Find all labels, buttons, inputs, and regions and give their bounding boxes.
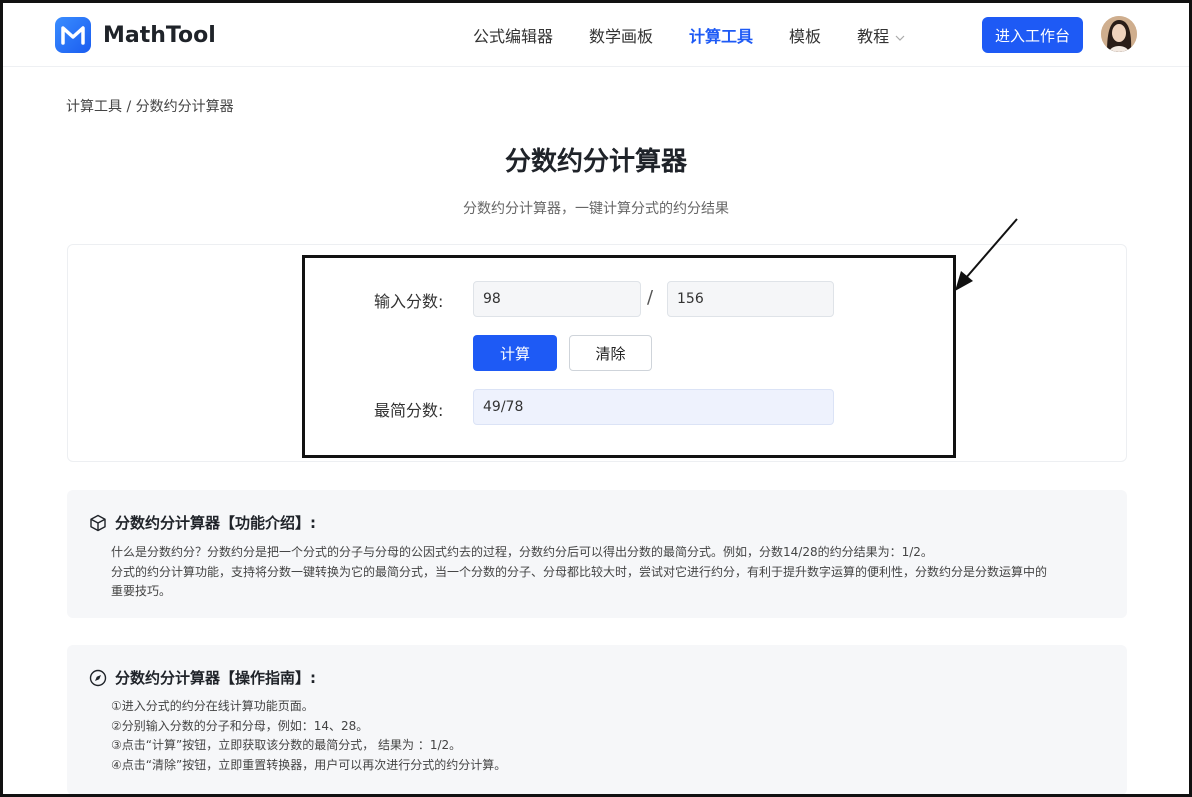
guide-step: ③点击“计算”按钮，立即获取该分数的最简分式， 结果为 ：1/2。 [111, 738, 462, 752]
chevron-down-icon [895, 26, 905, 45]
nav-templates[interactable]: 模板 [789, 23, 821, 47]
top-header: MathTool 公式编辑器 数学画板 计算工具 模板 教程 进入工作台 [3, 3, 1189, 67]
avatar[interactable] [1101, 16, 1137, 52]
nav-calc-tools[interactable]: 计算工具 [689, 23, 753, 47]
intro-line: 什么是分数约分？分数约分是把一个分式的分子与分母的公因式约去的过程，分数约分后可… [111, 545, 933, 559]
nav-label: 数学画板 [589, 27, 654, 46]
guide-body: ①进入分式的约分在线计算功能页面。 ②分别输入分数的分子和分母，例如：14、28… [111, 697, 1111, 775]
nav-label: 教程 [857, 27, 890, 46]
guide-title: 分数约分计算器【操作指南】: [89, 667, 316, 688]
intro-line: 重要技巧。 [111, 584, 172, 598]
compass-icon [89, 669, 107, 687]
intro-title-text: 分数约分计算器【功能介绍】: [115, 514, 316, 532]
guide-step: ①进入分式的约分在线计算功能页面。 [111, 699, 314, 713]
intro-panel: 分数约分计算器【功能介绍】: 什么是分数约分？分数约分是把一个分式的分子与分母的… [67, 490, 1127, 618]
nav-math-canvas[interactable]: 数学画板 [589, 23, 653, 47]
guide-panel: 分数约分计算器【操作指南】: ①进入分式的约分在线计算功能页面。 ②分别输入分数… [67, 645, 1127, 794]
logo-icon [55, 17, 91, 53]
nav-label: 公式编辑器 [473, 27, 554, 46]
intro-title: 分数约分计算器【功能介绍】: [89, 512, 316, 533]
nav-label: 计算工具 [689, 27, 754, 46]
guide-step: ④点击“清除”按钮，立即重置转换器，用户可以再次进行分式的约分计算。 [111, 757, 507, 772]
page-title: 分数约分计算器 [504, 147, 687, 177]
intro-line: 分式的约分计算功能，支持将分数一键转换为它的最简分式，当一个分数的分子、分母都比… [111, 564, 1048, 579]
logo[interactable]: MathTool [55, 17, 216, 53]
enter-workbench-button[interactable]: 进入工作台 [982, 17, 1083, 53]
main-nav: 公式编辑器 数学画板 计算工具 模板 教程 [473, 23, 941, 47]
nav-formula-editor[interactable]: 公式编辑器 [473, 23, 553, 47]
annotation-highlight-box [302, 255, 956, 458]
breadcrumb[interactable]: 计算工具 / 分数约分计算器 [66, 96, 234, 116]
intro-body: 什么是分数约分？分数约分是把一个分式的分子与分母的公因式约去的过程，分数约分后可… [111, 543, 1111, 602]
app-window: MathTool 公式编辑器 数学画板 计算工具 模板 教程 进入工作台 计算工… [0, 0, 1192, 797]
logo-text: MathTool [103, 22, 216, 48]
cube-icon [89, 514, 107, 532]
guide-title-text: 分数约分计算器【操作指南】: [115, 669, 316, 687]
guide-step: ②分别输入分数的分子和分母，例如：14、28。 [111, 718, 369, 733]
nav-label: 模板 [789, 27, 822, 46]
annotation-arrow-icon [955, 218, 1018, 291]
nav-tutorials[interactable]: 教程 [857, 23, 905, 47]
